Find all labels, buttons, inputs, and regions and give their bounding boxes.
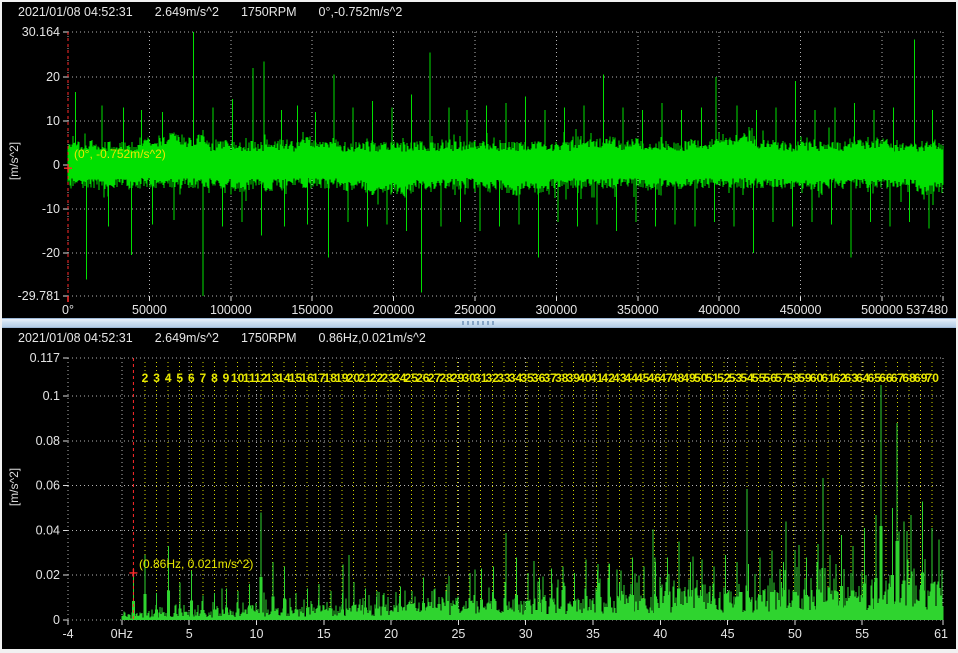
harmonic-order-label: 8 [211,371,218,385]
x-tick-label: 537480 [906,303,948,317]
panel-splitter[interactable] [2,318,956,328]
spectrum-cursor-marker [129,569,137,577]
y-tick-label: 0.1 [43,389,60,403]
x-tick-label: 45 [721,627,735,641]
spectrum-noise-floor [122,478,943,620]
harmonic-order-label: 9 [223,371,230,385]
harmonic-order-label: 3 [153,371,160,385]
harmonic-order-label: 6 [188,371,195,385]
y-tick-label: 30.164 [22,25,60,39]
waveform-panel: 2021/01/08 04:52:312.649m/s^21750RPM0°,-… [2,2,956,318]
x-tick-label: 500000 [861,303,903,317]
x-tick-label: 0Hz [111,627,133,641]
x-tick-label: 100000 [210,303,252,317]
y-tick-label: -10 [42,202,60,216]
y-tick-label: 0.04 [36,523,60,537]
x-tick-label: 10 [250,627,264,641]
y-tick-label: 10 [46,114,60,128]
vibration-analyzer-window: 2021/01/08 04:52:312.649m/s^21750RPM0°,-… [0,0,958,653]
x-tick-label: 150000 [291,303,333,317]
harmonic-order-label: 7 [200,371,207,385]
spectrum-plot[interactable]: 0.1170.10.080.060.040.020-40Hz5101520253… [2,328,956,649]
x-tick-label: 40 [653,627,667,641]
x-tick-label: 50 [788,627,802,641]
x-tick-label: 55 [855,627,869,641]
splitter-grip-icon [462,321,496,325]
x-tick-label: 200000 [373,303,415,317]
x-tick-label: 400000 [698,303,740,317]
x-tick-label: 350000 [617,303,659,317]
x-tick-label: 20 [384,627,398,641]
x-tick-label: 5 [186,627,193,641]
x-tick-label: 250000 [454,303,496,317]
harmonic-order-label: 2 [142,371,149,385]
spectrum-peaks [132,385,939,620]
harmonic-order-label: 70 [926,371,940,385]
y-tick-label: 0.06 [36,479,60,493]
spectrum-panel: 2021/01/08 04:52:312.649m/s^21750RPM0.86… [2,328,956,649]
x-tick-label: 25 [451,627,465,641]
x-tick-label: 30 [519,627,533,641]
y-tick-label: 0 [53,158,60,172]
x-tick-label: 300000 [536,303,578,317]
x-tick-label: -4 [62,627,73,641]
x-tick-label: 0° [62,303,74,317]
waveform-plot[interactable]: 30.164 20 10 0 -10 -20 -29.7810° 50000 100000 150… [2,2,956,318]
x-tick-label: 61 [934,627,948,641]
x-tick-label: 450000 [780,303,822,317]
y-tick-label: 0.08 [36,434,60,448]
y-tick-label: -20 [42,246,60,260]
x-tick-label: 35 [586,627,600,641]
x-tick-label: 15 [317,627,331,641]
y-tick-label: -29.781 [18,289,60,303]
harmonic-order-label: 5 [176,371,183,385]
harmonic-order-label: 4 [165,371,172,385]
y-tick-label: 0.02 [36,568,60,582]
y-tick-label: 20 [46,70,60,84]
x-tick-label: 50000 [132,303,167,317]
y-tick-label: 0 [53,613,60,627]
y-tick-label: 0.117 [30,351,60,365]
